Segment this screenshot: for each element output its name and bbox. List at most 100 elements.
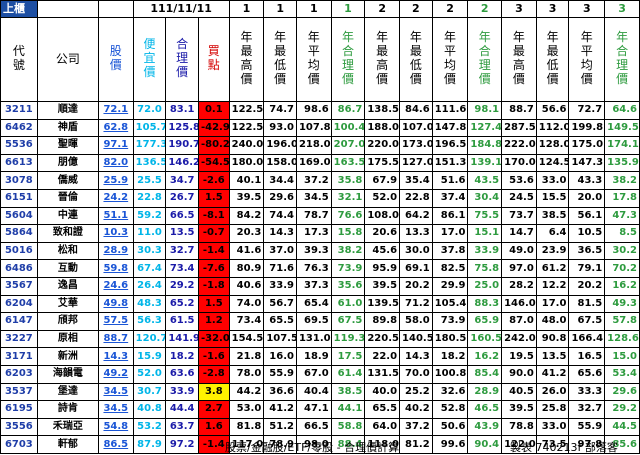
y2-avg: 111.6 — [431, 101, 469, 120]
buy-signal: -1.8 — [197, 276, 230, 296]
stock-code: 5864 — [0, 224, 38, 243]
stock-price[interactable]: 34.5 — [97, 400, 134, 419]
y1-low: 196.0 — [263, 136, 297, 155]
stock-price[interactable]: 82.0 — [97, 153, 134, 173]
cheap-price: 26.4 — [132, 276, 167, 296]
y1-low: 56.7 — [263, 294, 297, 314]
y1-high: 73.4 — [228, 312, 265, 331]
stock-code: 6151 — [0, 188, 38, 208]
stock-price[interactable]: 62.8 — [97, 118, 134, 138]
y3-high: 222.0 — [501, 136, 537, 155]
cheap-price: 72.0 — [132, 101, 167, 120]
table-row: 5604 中連 51.1 59.2 66.5 -8.1 84.2 74.4 78.7 76.6 10… — [0, 206, 640, 226]
y1-fair: 73.9 — [330, 259, 366, 278]
fair-price: 190.7 — [165, 136, 199, 155]
stock-price[interactable]: 49.2 — [97, 364, 134, 384]
stock-price[interactable]: 25.9 — [97, 171, 134, 190]
stock-price[interactable]: 51.1 — [97, 206, 134, 226]
y2-avg: 51.6 — [431, 171, 469, 190]
fair-price: 29.2 — [165, 276, 199, 296]
y3-low: 15.5 — [535, 188, 570, 208]
stock-price[interactable]: 49.8 — [97, 294, 134, 314]
stock-code: 6203 — [0, 364, 38, 384]
y3-high: 49.0 — [501, 241, 537, 261]
y3-avg: 43.3 — [568, 171, 606, 190]
y2-low: 173.0 — [399, 136, 433, 155]
y1-low: 37.0 — [263, 241, 297, 261]
header-row-2: 代號 公司 股價 便宜價 合理價 買點 年最高價 年最低價 年平均價 年合理價 … — [0, 17, 640, 102]
group-num: 1 — [263, 0, 297, 18]
y2-fair: 127.4 — [467, 118, 503, 138]
y2-fair: 15.1 — [467, 224, 503, 243]
y2-avg: 105.4 — [431, 294, 469, 314]
stock-price[interactable]: 72.1 — [97, 101, 134, 120]
y1-avg: 37.2 — [295, 171, 332, 190]
y1-avg: 218.0 — [295, 136, 332, 155]
stock-price[interactable]: 10.3 — [97, 224, 134, 243]
valuation-table: 上櫃 111/11/11 1 1 1 1 2 2 2 2 3 3 3 3 代號 … — [0, 0, 640, 454]
y3-avg: 81.5 — [568, 294, 606, 314]
y3-high: 87.0 — [501, 312, 537, 331]
header-row-1: 上櫃 111/11/11 1 1 1 1 2 2 2 2 3 3 3 3 — [0, 0, 640, 18]
company-name: 海韻電 — [36, 364, 99, 384]
stock-price[interactable]: 88.7 — [97, 329, 134, 349]
y2-fair: 30.4 — [467, 188, 503, 208]
stock-price[interactable]: 28.9 — [97, 241, 134, 261]
company-header: 公司 — [55, 51, 80, 66]
stock-code: 3556 — [0, 417, 38, 437]
y1-avg: 40.4 — [295, 382, 332, 402]
y1-low: 41.2 — [263, 400, 297, 419]
stock-price[interactable]: 59.8 — [97, 259, 134, 278]
y2-high: 138.5 — [364, 101, 401, 120]
y3-avg: 10.5 — [568, 224, 606, 243]
y2-low: 22.8 — [399, 188, 433, 208]
y3-low: 33.0 — [535, 171, 570, 190]
y3-high: 170.0 — [501, 153, 537, 173]
company-name: 中連 — [36, 206, 99, 226]
y3-low: 13.5 — [535, 347, 570, 366]
stock-price[interactable]: 97.1 — [97, 136, 134, 155]
y1-avg: 169.0 — [295, 153, 332, 173]
fair-price: 61.5 — [165, 312, 199, 331]
y1-low: 74.4 — [263, 206, 297, 226]
y3-high: 40.5 — [501, 382, 537, 402]
stock-price[interactable]: 54.8 — [97, 417, 134, 437]
y3-low: 90.8 — [535, 329, 570, 349]
stock-price[interactable]: 24.6 — [97, 276, 134, 296]
y2-fair: 98.1 — [467, 101, 503, 120]
company-name: 逸昌 — [36, 276, 99, 296]
y3-low: 12.2 — [535, 276, 570, 296]
table-row: 6204 艾華 49.8 48.3 65.2 1.5 74.0 56.7 65.4 61.0 139… — [0, 294, 640, 314]
y1-high: 40.6 — [228, 276, 265, 296]
y3-fair: 128.6 — [604, 329, 640, 349]
cheap-price: 56.3 — [132, 312, 167, 331]
y3-high: 14.7 — [501, 224, 537, 243]
stock-price[interactable]: 34.5 — [97, 382, 134, 402]
y1-fair: 38.5 — [330, 382, 366, 402]
stock-code: 6204 — [0, 294, 38, 314]
y2-low: 30.0 — [399, 241, 433, 261]
y3-avg: 16.5 — [568, 347, 606, 366]
y2-high: 131.5 — [364, 364, 401, 384]
table-row: 6195 詩肯 34.5 40.8 44.4 2.7 53.0 41.2 47.1 44.1 65.… — [0, 400, 640, 419]
buy-signal: 1.2 — [197, 312, 230, 331]
y1-avg: 37.3 — [295, 276, 332, 296]
cheap-price: 59.2 — [132, 206, 167, 226]
y2-low: 20.2 — [399, 276, 433, 296]
buy-signal: -1.6 — [197, 347, 230, 366]
stock-price[interactable]: 24.2 — [97, 188, 134, 208]
y1-avg: 47.1 — [295, 400, 332, 419]
year-low-header: 年最低價 — [274, 30, 287, 86]
stock-code: 3078 — [0, 171, 38, 190]
y3-high: 242.0 — [501, 329, 537, 349]
y2-high: 220.0 — [364, 136, 401, 155]
y3-high: 39.5 — [501, 400, 537, 419]
y2-avg: 52.8 — [431, 400, 469, 419]
fair-price: 33.9 — [165, 382, 199, 402]
y3-high: 97.0 — [501, 259, 537, 278]
cheap-price: 30.7 — [132, 382, 167, 402]
fair-price: 32.7 — [165, 241, 199, 261]
stock-price[interactable]: 57.5 — [97, 312, 134, 331]
signal-header: 買點 — [207, 44, 220, 72]
stock-price[interactable]: 14.3 — [97, 347, 134, 366]
